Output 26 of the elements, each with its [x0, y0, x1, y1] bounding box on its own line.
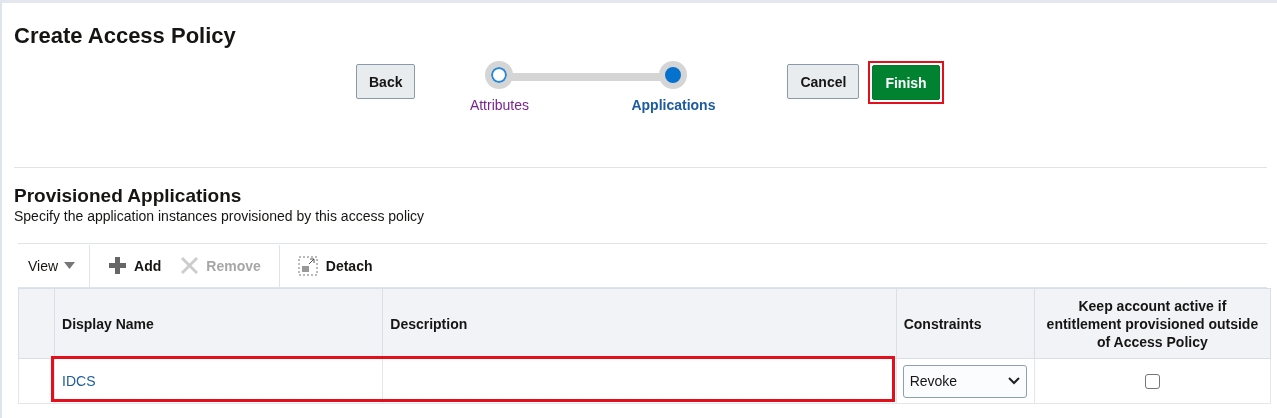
- detach-button[interactable]: Detach: [287, 250, 383, 281]
- column-header[interactable]: Display Name: [54, 288, 383, 359]
- caret-icon: [64, 262, 76, 269]
- step-marker[interactable]: [659, 61, 688, 89]
- view-menu[interactable]: View: [18, 244, 91, 287]
- cancel-button[interactable]: Cancel: [787, 64, 860, 99]
- detach-icon: [297, 255, 318, 276]
- page-title: Create Access Policy: [14, 23, 237, 49]
- column-header[interactable]: Constraints: [896, 288, 1035, 359]
- close-icon: [181, 257, 199, 274]
- finish-button[interactable]: Finish: [872, 65, 940, 100]
- row-selector-cell[interactable]: [18, 358, 55, 404]
- display-name-link[interactable]: IDCS: [62, 373, 96, 389]
- step-marker[interactable]: [485, 61, 514, 89]
- keep-active-checkbox[interactable]: [1144, 373, 1160, 389]
- column-header[interactable]: Keep account active if entitlement provisioned outside of Access Policy: [1034, 288, 1271, 359]
- add-button[interactable]: Add: [99, 250, 172, 281]
- chevron-icon: [1007, 377, 1020, 385]
- step-label[interactable]: Applications: [631, 97, 716, 113]
- step-label[interactable]: Attributes: [469, 97, 530, 113]
- section-title: Provisioned Applications: [14, 185, 243, 207]
- section-description: Specify the application instances provisioned by this access policy: [14, 208, 426, 224]
- column-header[interactable]: Description: [382, 288, 897, 359]
- back-button[interactable]: Back: [356, 64, 416, 99]
- constraint-select[interactable]: Revoke: [902, 364, 1027, 398]
- plus-icon: [109, 257, 127, 274]
